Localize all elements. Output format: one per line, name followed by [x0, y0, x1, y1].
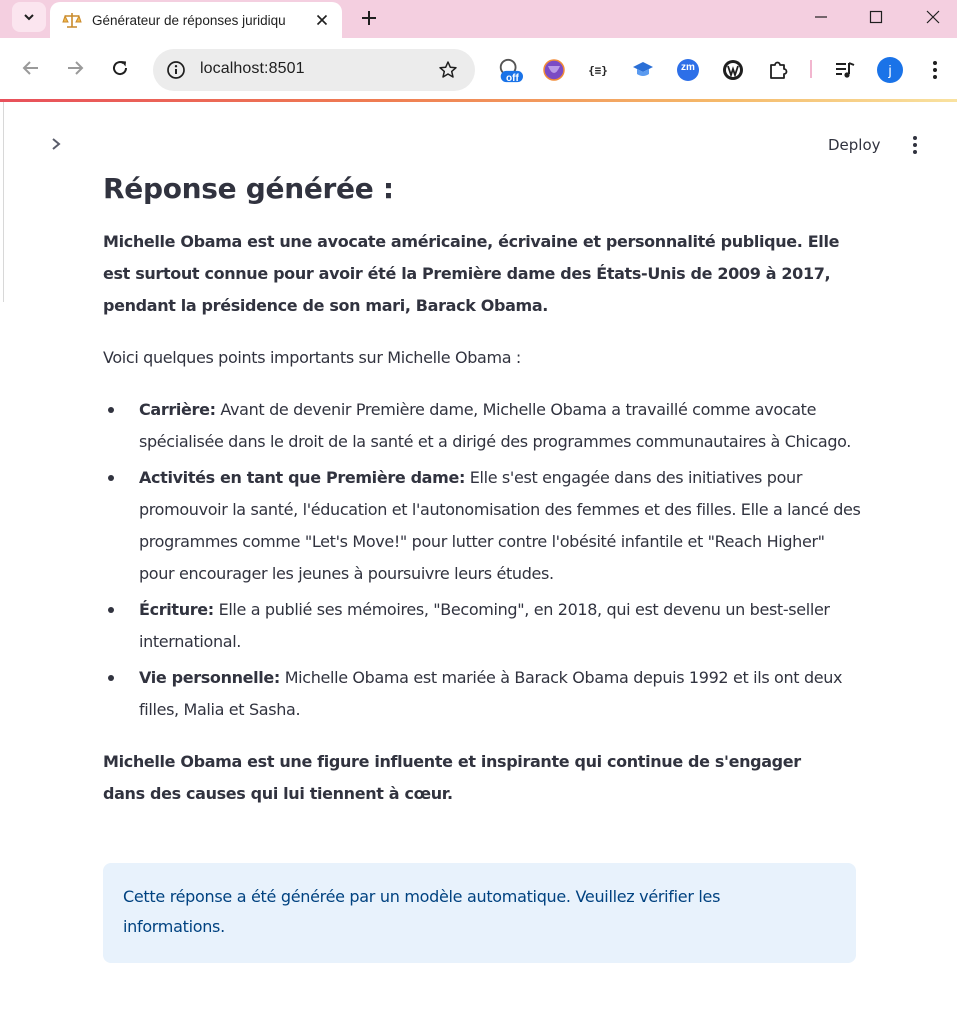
more-vertical-icon — [913, 136, 917, 140]
extension-off-icon[interactable]: off — [497, 57, 523, 84]
profile-avatar[interactable]: j — [877, 57, 903, 83]
maximize-icon — [869, 10, 883, 24]
more-vertical-icon — [933, 61, 937, 79]
info-alert: Cette réponse a été générée par un modèl… — [103, 863, 856, 963]
toolbar-divider — [810, 60, 812, 78]
list-item: Carrière: Avant de devenir Première dame… — [103, 394, 863, 458]
json-ext-label: {≡} — [588, 63, 608, 77]
point-text: Avant de devenir Première dame, Michelle… — [139, 400, 852, 451]
extension-badge: off — [506, 73, 519, 84]
close-icon — [926, 10, 940, 24]
reload-icon — [113, 61, 128, 76]
profile-initial: j — [888, 62, 892, 78]
conclusion-paragraph: Michelle Obama est une figure influente … — [103, 752, 801, 803]
scales-of-justice-icon — [62, 13, 82, 28]
minimize-icon — [815, 16, 827, 18]
point-title: Activités en tant que Première dame: — [139, 468, 466, 487]
extensions-puzzle-icon[interactable] — [765, 57, 791, 83]
deploy-button[interactable]: Deploy — [818, 132, 891, 158]
tab-title: Générateur de réponses juridiqu — [92, 12, 286, 28]
list-item: Écriture: Elle a publié ses mémoires, "B… — [103, 594, 863, 658]
point-text: Elle a publié ses mémoires, "Becoming", … — [139, 600, 830, 651]
tab-close-button[interactable] — [312, 10, 332, 30]
close-window-button[interactable] — [910, 0, 956, 34]
streamlit-app: Deploy Réponse générée : Michelle Obama … — [0, 102, 957, 1014]
lead-paragraph: Voici quelques points importants sur Mic… — [103, 348, 521, 367]
point-title: Carrière: — [139, 400, 216, 419]
chevron-right-icon — [52, 138, 61, 150]
app-menu-button[interactable] — [903, 133, 927, 157]
list-item: Vie personnelle: Michelle Obama est mari… — [103, 662, 863, 726]
chevron-down-icon — [24, 14, 34, 21]
graduation-cap-icon[interactable] — [630, 57, 656, 83]
zoom-ext-label: zm — [681, 62, 695, 73]
key-points-list: Carrière: Avant de devenir Première dame… — [103, 394, 863, 726]
new-tab-button[interactable] — [355, 4, 383, 32]
point-title: Vie personnelle: — [139, 668, 280, 687]
url-text: localhost:8501 — [200, 60, 305, 77]
sidebar-expand-button[interactable] — [44, 132, 68, 156]
forward-button[interactable] — [59, 52, 91, 84]
minimize-button[interactable] — [798, 0, 844, 34]
plus-icon — [362, 11, 376, 25]
list-item: Activités en tant que Première dame: Ell… — [103, 462, 863, 590]
browser-toolbar: localhost:8501 off {≡} zm j — [0, 38, 957, 100]
page-title: Réponse générée : — [103, 172, 394, 205]
media-controls-icon[interactable] — [832, 57, 858, 83]
bookmark-star-icon[interactable] — [437, 59, 459, 81]
close-icon — [316, 14, 328, 26]
address-bar[interactable]: localhost:8501 — [153, 49, 475, 91]
arrow-left-icon — [22, 61, 38, 75]
reload-button[interactable] — [104, 52, 136, 84]
main-content: Réponse générée : Michelle Obama est une… — [103, 170, 863, 810]
back-button[interactable] — [15, 52, 47, 84]
arrow-right-icon — [68, 61, 84, 75]
browser-menu-button[interactable] — [922, 57, 948, 83]
wordpress-extension-icon[interactable] — [720, 57, 746, 83]
browser-tab-active[interactable]: Générateur de réponses juridiqu — [50, 2, 342, 38]
tab-search-button[interactable] — [12, 2, 46, 32]
json-viewer-icon[interactable]: {≡} — [585, 57, 611, 83]
extension-purple-icon[interactable] — [541, 57, 567, 83]
intro-paragraph: Michelle Obama est une avocate américain… — [103, 232, 840, 315]
window-left-edge — [0, 102, 4, 302]
site-info-icon[interactable] — [165, 59, 187, 81]
tab-strip: Générateur de réponses juridiqu — [0, 0, 957, 38]
maximize-button[interactable] — [853, 0, 899, 34]
zoom-extension-icon[interactable]: zm — [675, 57, 701, 83]
info-alert-text: Cette réponse a été générée par un modèl… — [123, 887, 721, 936]
point-title: Écriture: — [139, 600, 214, 619]
